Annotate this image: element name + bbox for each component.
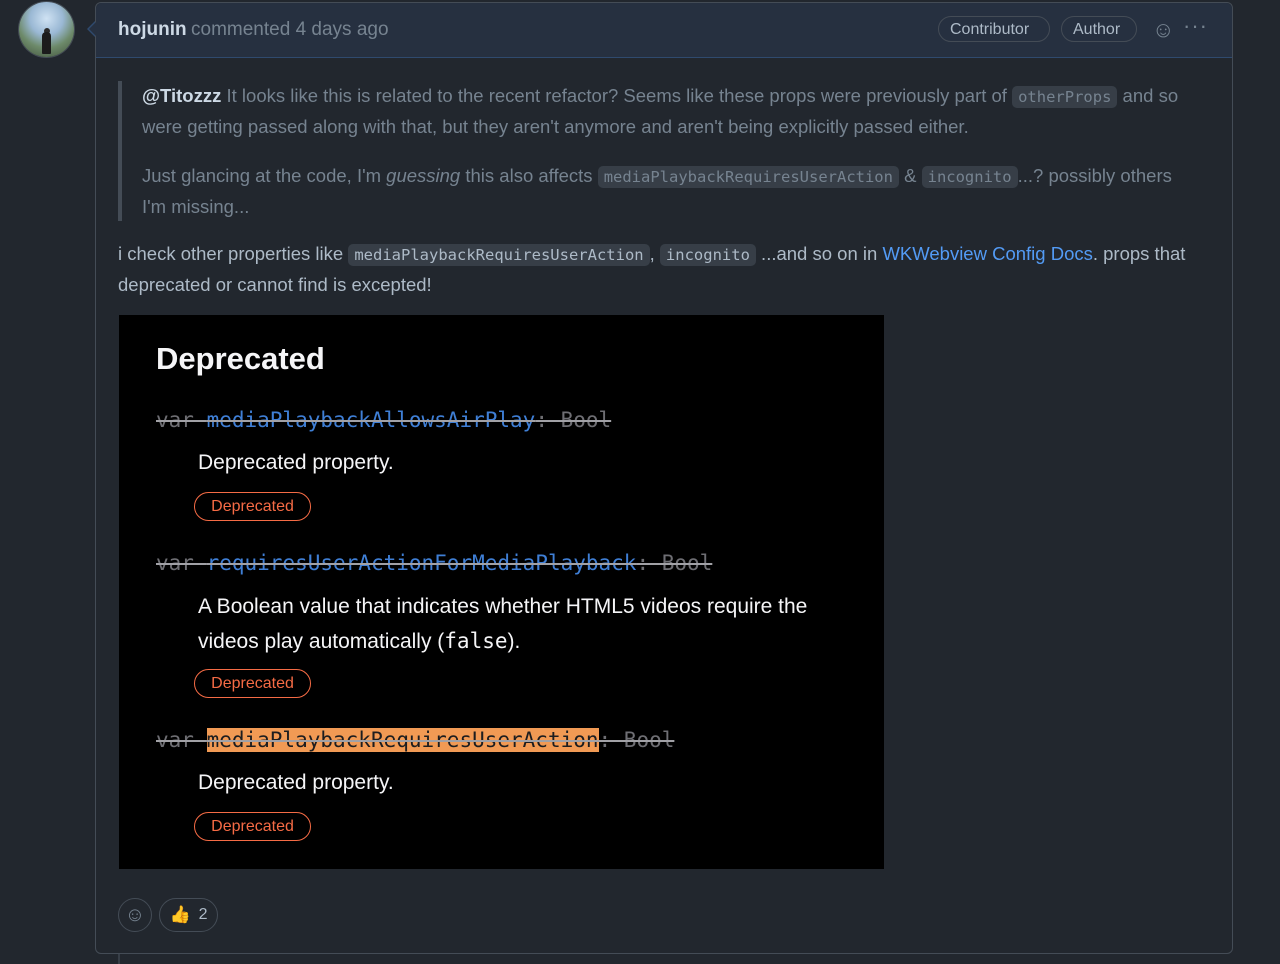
decl-name-highlighted: mediaPlaybackRequiresUserAction [206, 728, 599, 752]
decl-type: : Bool [636, 551, 713, 575]
reaction-count: 2 [198, 906, 208, 923]
quote-text: It looks like this is related to the rec… [221, 85, 1013, 106]
decl-name: requiresUserActionForMediaPlayback [206, 551, 637, 575]
add-reaction-button[interactable]: ☺ [118, 898, 152, 932]
avatar-figure [42, 32, 51, 54]
avatar[interactable] [19, 2, 74, 57]
inline-code: incognito [659, 244, 756, 266]
body-text: , [649, 243, 660, 264]
deprecated-badge: Deprecated [194, 492, 311, 521]
author-link[interactable]: hojunin [118, 19, 187, 41]
comment-action: commented [191, 19, 291, 40]
thumbs-up-icon: 👍 [169, 905, 191, 924]
decl-keyword: var [156, 551, 207, 575]
property-description-line-2: videos play automatically (false). [198, 624, 520, 659]
quote-text: this also affects [460, 165, 598, 186]
screenshot-image[interactable]: Deprecated var mediaPlaybackAllowsAirPla… [119, 315, 884, 869]
comment-arrow-fill [89, 21, 97, 37]
docs-link[interactable]: WKWebview Config Docs [882, 243, 1092, 264]
property-description: Deprecated property. [198, 451, 394, 474]
inline-code: mediaPlaybackRequiresUserAction [597, 166, 899, 188]
body-text: i check other properties like [118, 243, 349, 264]
property-declaration: var mediaPlaybackAllowsAirPlay: Bool [156, 408, 611, 432]
property-description: Deprecated property. [198, 771, 394, 794]
property-declaration: var requiresUserActionForMediaPlayback: … [156, 551, 712, 575]
kebab-menu-icon[interactable]: ··· [1183, 13, 1208, 39]
decl-keyword: var [156, 408, 207, 432]
quote-text: & [898, 165, 922, 186]
deprecated-badge: Deprecated [194, 812, 311, 841]
author-badge: Author [1061, 16, 1137, 42]
decl-type: : Bool [535, 408, 612, 432]
doc-title: Deprecated [156, 341, 325, 376]
desc-code: false [444, 629, 508, 653]
property-description: A Boolean value that indicates whether H… [198, 595, 808, 618]
mention-link[interactable]: @Titozzz [142, 85, 221, 106]
desc-text: videos play automatically ( [198, 630, 445, 653]
thumbs-up-reaction-button[interactable]: 👍 2 [159, 898, 218, 932]
decl-name: mediaPlaybackAllowsAirPlay [206, 408, 536, 432]
inline-code: mediaPlaybackRequiresUserAction [348, 244, 650, 266]
desc-text: ). [507, 630, 521, 653]
decl-type: : Bool [598, 728, 675, 752]
property-declaration: var mediaPlaybackRequiresUserAction: Boo… [156, 728, 674, 752]
comment-header: hojunin commented 4 days ago Contributor… [96, 3, 1232, 58]
emphasis-text: guessing [386, 165, 461, 186]
blockquote: @Titozzz It looks like this is related t… [118, 81, 1198, 221]
inline-code: otherProps [1012, 86, 1118, 108]
comment-box: hojunin commented 4 days ago Contributor… [95, 2, 1233, 954]
deprecated-badge: Deprecated [194, 669, 311, 698]
decl-keyword: var [156, 728, 207, 752]
comment-meta: commented 4 days ago [191, 19, 389, 41]
quote-text: Just glancing at the code, I'm [142, 165, 387, 186]
quote-paragraph-1: @Titozzz It looks like this is related t… [142, 81, 1198, 141]
body-text: ...and so on in [755, 243, 883, 264]
smiley-icon: ☺ [124, 903, 146, 926]
smiley-icon[interactable]: ☺ [1152, 17, 1174, 43]
inline-code: incognito [921, 166, 1018, 188]
contributor-badge: Contributor [938, 16, 1050, 42]
comment-body: i check other properties like mediaPlayb… [118, 239, 1218, 299]
comment-time[interactable]: 4 days ago [296, 19, 389, 40]
quote-paragraph-2: Just glancing at the code, I'm guessing … [142, 161, 1198, 221]
